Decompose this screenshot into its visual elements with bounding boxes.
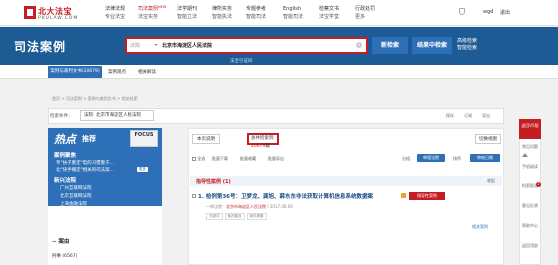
shield-icon[interactable] xyxy=(459,8,465,15)
nav-item-penalty[interactable]: 行政处罚 更多 xyxy=(355,5,375,21)
advanced-search-links[interactable]: 高级检索 智能检索 xyxy=(457,38,477,52)
section-new-courts: 新兴法院 xyxy=(54,178,77,184)
advanced-search-link[interactable]: 高级检索 xyxy=(457,38,477,45)
nav-item-topics[interactable]: 专题参考 智能司法 xyxy=(246,5,266,21)
citation-code-link[interactable]: 法宝引证码 xyxy=(230,58,253,64)
group-label: 分组 xyxy=(402,156,410,161)
list-item[interactable]: 广州互联网法院 xyxy=(60,185,92,191)
batch-favorite-button[interactable]: 批量收藏 xyxy=(240,156,256,162)
group-header xyxy=(190,176,502,186)
select-all-checkbox[interactable]: 全选 xyxy=(192,156,205,162)
notification-badge: 2 xyxy=(536,182,541,187)
keyword-chip[interactable]: 裁判要旨 xyxy=(224,213,245,220)
filter-condition[interactable]: 法院: 北京市海淀区人民法院 xyxy=(80,110,154,121)
faq-icon xyxy=(522,153,528,157)
search-scope-select[interactable]: 法院 xyxy=(130,42,140,49)
save-button[interactable]: 保存 xyxy=(446,113,454,119)
audio-icon[interactable] xyxy=(401,193,406,198)
back-to-top-button[interactable]: 返回顶部 xyxy=(519,243,541,248)
list-item[interactable]: 上海金融法院 xyxy=(60,201,87,207)
logout-link[interactable]: 退出 xyxy=(500,9,510,16)
keyword-chip[interactable]: 案件摘要 xyxy=(246,213,267,220)
subscribe-button[interactable]: 订阅 xyxy=(464,113,472,119)
smart-search-link[interactable]: 智能检索 xyxy=(457,45,477,52)
collapse-button[interactable]: 收起 xyxy=(487,178,495,184)
case-checkbox[interactable] xyxy=(192,193,196,199)
group-title[interactable]: 指导性案例 (1) xyxy=(196,178,231,185)
hot-title: 热点 xyxy=(54,133,76,146)
list-item[interactable]: 专"扶子重定"电的习惯重于... xyxy=(56,160,114,166)
top-navbar xyxy=(0,0,558,26)
clear-icon[interactable]: × xyxy=(356,42,362,48)
sort-select[interactable]: 审结日期 xyxy=(470,154,500,162)
guiding-case-tag: 指导性案例 xyxy=(409,192,445,200)
keyword-chip[interactable]: 关键词 xyxy=(206,213,223,220)
help-center-button[interactable]: 帮助中心 xyxy=(519,223,541,228)
breadcrumb: 首页 > 司法案例 > 案例与裁判文书 > 相关检索 xyxy=(52,96,138,101)
nav-item-lawfirms[interactable]: 律所实务 智能执法 xyxy=(212,5,232,21)
focus-image: FOCUS xyxy=(130,130,158,147)
page-notes-button[interactable]: 本页说明 xyxy=(192,134,220,144)
group-select[interactable]: 审理法院 xyxy=(417,154,445,162)
batch-export-button[interactable]: 批量导出 xyxy=(268,156,284,162)
tab-cases-documents[interactable]: 案例与裁判文书(20679) xyxy=(48,66,102,78)
case-cause-header[interactable]: − 案由 xyxy=(48,237,162,249)
filter-label: 检索条件： xyxy=(50,114,73,119)
search-input[interactable]: 北京市海淀区人民法院 xyxy=(162,42,212,49)
keyword-row: 关键词 裁判要旨 案件摘要 xyxy=(206,213,269,220)
switch-view-button[interactable]: 切换视图 xyxy=(475,134,501,144)
back-to-v5-button[interactable]: 返回V5版 xyxy=(519,119,541,139)
list-item[interactable]: 北京互联网法院 xyxy=(60,193,92,199)
page-title: 司法案例 xyxy=(14,40,67,54)
faq-button[interactable]: 常见问题 xyxy=(519,144,541,149)
total-results: 总共检索到20679篇 xyxy=(247,133,279,149)
case-meta: 一审法院：北京市海淀区人民法院 / 2017.06.06 xyxy=(206,204,293,209)
nav-item-english[interactable]: English 智能司法 xyxy=(283,5,303,21)
batch-download-button[interactable]: 批量下载 xyxy=(212,156,228,162)
logo-subtext: PKULAW.COM xyxy=(38,16,79,21)
export-button[interactable]: 导出 xyxy=(482,113,490,119)
case-title-link[interactable]: 1. 检例第36号：卫梦龙、龚旭、薛东东非法获取计算机信息系统数据案 xyxy=(198,192,373,200)
nav-item-cases[interactable]: 司法案例NEW 法宝实务 xyxy=(138,5,166,21)
mobile-read-button[interactable]: 手机阅读 xyxy=(519,164,541,169)
related-cases-link[interactable]: 相关案例 xyxy=(472,224,488,230)
tab-related-interpretation[interactable]: 相关解读 xyxy=(138,69,156,75)
list-item[interactable]: 北"快手播定"相关的司法案... xyxy=(56,167,134,173)
search-in-results-button[interactable]: 结果中检索 xyxy=(412,37,452,54)
logo-icon[interactable] xyxy=(24,6,36,19)
username[interactable]: wgd xyxy=(483,9,493,15)
more-badge[interactable]: 更多 xyxy=(137,167,148,172)
chevron-down-icon[interactable] xyxy=(154,44,158,46)
hot-subtitle: 推荐 xyxy=(82,135,96,143)
section-case-focus: 案例聚焦 xyxy=(54,153,77,159)
nav-item-journals[interactable]: 法学期刊 智能立法 xyxy=(177,5,197,21)
feedback-button[interactable]: 意见反馈 xyxy=(519,203,541,208)
criminal-filter[interactable]: 刑事 (6567) xyxy=(52,253,77,259)
nav-item-laws[interactable]: 法律法规 专业法宝 xyxy=(105,5,125,21)
sort-label: 排序 xyxy=(453,156,461,161)
new-search-button[interactable]: 新检索 xyxy=(372,37,408,54)
tab-case-views[interactable]: 案例观点 xyxy=(108,69,126,75)
nav-item-procuratorate[interactable]: 检察文书 法宝学堂 xyxy=(319,5,339,21)
